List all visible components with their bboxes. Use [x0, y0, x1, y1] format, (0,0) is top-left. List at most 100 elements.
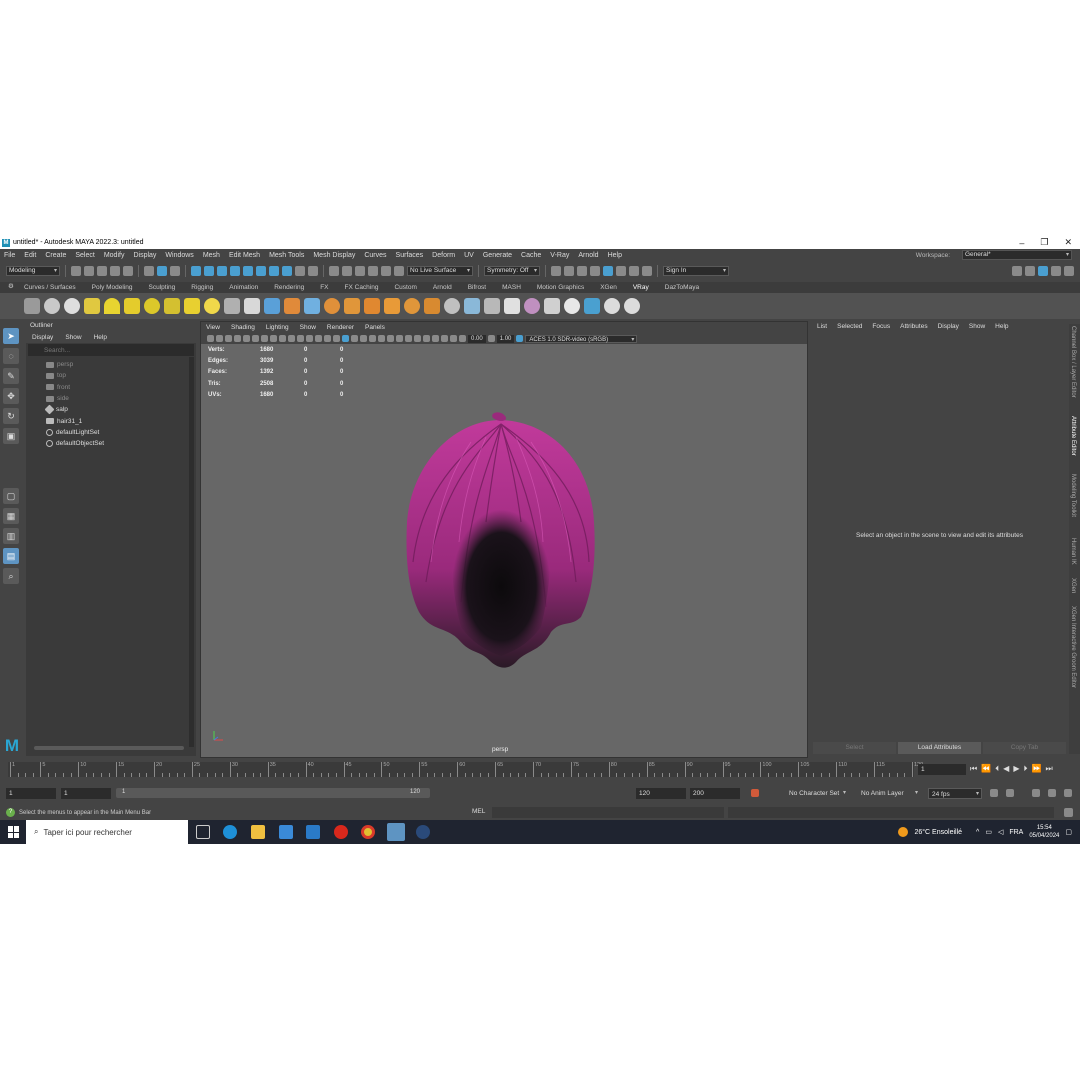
menu-modify[interactable]: Modify [104, 252, 125, 259]
vray-render-icon[interactable] [629, 266, 639, 276]
outliner-search-input[interactable]: Search... [28, 344, 194, 356]
highlight-selection-icon[interactable] [308, 266, 318, 276]
color-management-icon[interactable] [516, 335, 524, 342]
viewport-panel[interactable]: View Shading Lighting Show Renderer Pane… [200, 321, 808, 758]
menu-curves[interactable]: Curves [364, 252, 386, 259]
render-settings-icon[interactable] [603, 266, 613, 276]
gamma-field[interactable]: 1.00 [496, 334, 515, 343]
time-ruler[interactable]: 1 5 10 15 20 25 30 35 40 45 50 55 60 65 70 75 80 85 90 95 10… [8, 762, 923, 777]
range-slider-bar[interactable]: 1 120 [116, 788, 430, 798]
maya-taskbar-icon[interactable] [387, 823, 405, 841]
shelf-tab-rendering[interactable]: Rendering [274, 284, 304, 291]
outliner-item-persp[interactable]: persp [26, 359, 196, 370]
step-back-frame-icon[interactable]: ⏴ [995, 764, 999, 774]
motion-blur-icon[interactable] [396, 335, 403, 342]
shelf-tab-arnold[interactable]: Arnold [433, 284, 452, 291]
animation-end-field[interactable]: 200 [690, 788, 740, 799]
step-forward-key-icon[interactable]: ⏩ [1031, 764, 1041, 774]
snap-point-icon[interactable] [355, 266, 365, 276]
plane-icon[interactable] [224, 298, 240, 314]
time-slider[interactable]: 1 5 10 15 20 25 30 35 40 45 50 55 60 65 70 75 80 85 90 95 10… [0, 760, 1080, 780]
xray-components-icon[interactable] [450, 335, 457, 342]
outliner-item-top[interactable]: top [26, 370, 196, 381]
attr-menu-selected[interactable]: Selected [837, 323, 862, 330]
hair-model[interactable] [401, 412, 601, 672]
vray-ipr-icon[interactable] [44, 298, 60, 314]
outliner-menu-display[interactable]: Display [32, 334, 53, 341]
proxy-icon[interactable] [244, 298, 260, 314]
menu-surfaces[interactable]: Surfaces [396, 252, 424, 259]
bookmark-icon[interactable] [225, 335, 232, 342]
select-by-joint-icon[interactable] [204, 266, 214, 276]
menu-select[interactable]: Select [75, 252, 94, 259]
default-material-icon[interactable] [342, 335, 349, 342]
vray-gear-icon[interactable] [444, 298, 460, 314]
outliner-menu-help[interactable]: Help [94, 334, 107, 341]
network-icon[interactable]: ▭ [985, 828, 992, 836]
menu-uv[interactable]: UV [464, 252, 474, 259]
smooth-shade-icon[interactable] [333, 335, 340, 342]
live-surface-field[interactable]: No Live Surface [407, 266, 473, 276]
select-tool-icon[interactable]: ➤ [3, 328, 19, 344]
vray-cosmos-icon[interactable] [584, 298, 600, 314]
shelf-tab-animation[interactable]: Animation [229, 284, 258, 291]
ambient-occlusion-icon[interactable] [387, 335, 394, 342]
render-view-icon[interactable] [564, 266, 574, 276]
wireframe-on-shaded-icon[interactable] [351, 335, 358, 342]
side-tab-channel-box[interactable]: Channel Box / Layer Editor [1070, 326, 1076, 398]
clock[interactable]: 15:54 05/04/2024 [1029, 824, 1059, 840]
hypershade-icon[interactable] [616, 266, 626, 276]
vray-frame-buffer-icon[interactable] [64, 298, 80, 314]
vray-env-fog-icon[interactable] [464, 298, 480, 314]
symmetry-dropdown[interactable]: Symmetry: Off [484, 266, 540, 276]
command-input[interactable] [492, 807, 724, 818]
modeling-toolkit-toggle-icon[interactable] [1012, 266, 1022, 276]
persp-outliner-layout-icon[interactable]: ▥ [3, 528, 19, 544]
fur-icon[interactable] [284, 298, 300, 314]
shelf-tab-bifrost[interactable]: Bifrost [468, 284, 486, 291]
vray-clipper-icon[interactable] [404, 298, 420, 314]
attribute-editor-toggle-icon[interactable] [1038, 266, 1048, 276]
outliner-item-front[interactable]: front [26, 382, 196, 393]
select-hierarchy-icon[interactable] [144, 266, 154, 276]
copy-tab-button[interactable]: Copy Tab [983, 742, 1066, 754]
render-current-icon[interactable] [577, 266, 587, 276]
play-backwards-icon[interactable]: ◀ [1003, 764, 1009, 774]
pause-render-icon[interactable] [642, 266, 652, 276]
character-controls-toggle-icon[interactable] [1025, 266, 1035, 276]
new-scene-icon[interactable] [71, 266, 81, 276]
step-back-key-icon[interactable]: ⏪ [981, 764, 991, 774]
loop-icon[interactable] [990, 789, 998, 797]
sign-in-dropdown[interactable]: Sign In [663, 266, 729, 276]
outliner-item-hair31-1[interactable]: hair31_1 [26, 415, 196, 426]
shelf-tab-vray[interactable]: VRay [633, 284, 649, 291]
select-by-curve-icon[interactable] [217, 266, 227, 276]
menu-arnold[interactable]: Arnold [578, 252, 598, 259]
anim-layer-dropdown[interactable]: No Anim Layer [858, 788, 920, 799]
minimize-button[interactable]: – [1019, 238, 1024, 248]
viewport-menu-renderer[interactable]: Renderer [327, 324, 354, 331]
mel-label[interactable]: MEL [472, 808, 485, 815]
viewport-menu-view[interactable]: View [206, 324, 220, 331]
opera-icon[interactable] [334, 825, 348, 839]
restore-button[interactable]: ❐ [1040, 237, 1048, 248]
playback-speed-icon[interactable] [1006, 789, 1014, 797]
step-forward-frame-icon[interactable]: ⏵ [1023, 764, 1027, 774]
taskbar-search-box[interactable]: ⌕ Taper ici pour rechercher [26, 820, 188, 844]
outliner-item-defaultlightset[interactable]: defaultLightSet [26, 427, 196, 438]
exposure-field[interactable]: 0.00 [468, 334, 486, 343]
vray-vision-icon[interactable] [604, 298, 620, 314]
load-attributes-button[interactable]: Load Attributes [898, 742, 981, 754]
save-scene-icon[interactable] [97, 266, 107, 276]
shelf-tab-rigging[interactable]: Rigging [191, 284, 213, 291]
gate-mask-icon[interactable] [288, 335, 295, 342]
sphere-light-icon[interactable] [144, 298, 160, 314]
attr-menu-attributes[interactable]: Attributes [900, 323, 927, 330]
shelf-tab-fx-caching[interactable]: FX Caching [345, 284, 379, 291]
select-by-surface-icon[interactable] [230, 266, 240, 276]
undo-icon[interactable] [110, 266, 120, 276]
playback-end-field[interactable]: 120 [636, 788, 686, 799]
viewport-menu-panels[interactable]: Panels [365, 324, 385, 331]
vray-magnet-icon[interactable] [424, 298, 440, 314]
snap-curve-icon[interactable] [342, 266, 352, 276]
